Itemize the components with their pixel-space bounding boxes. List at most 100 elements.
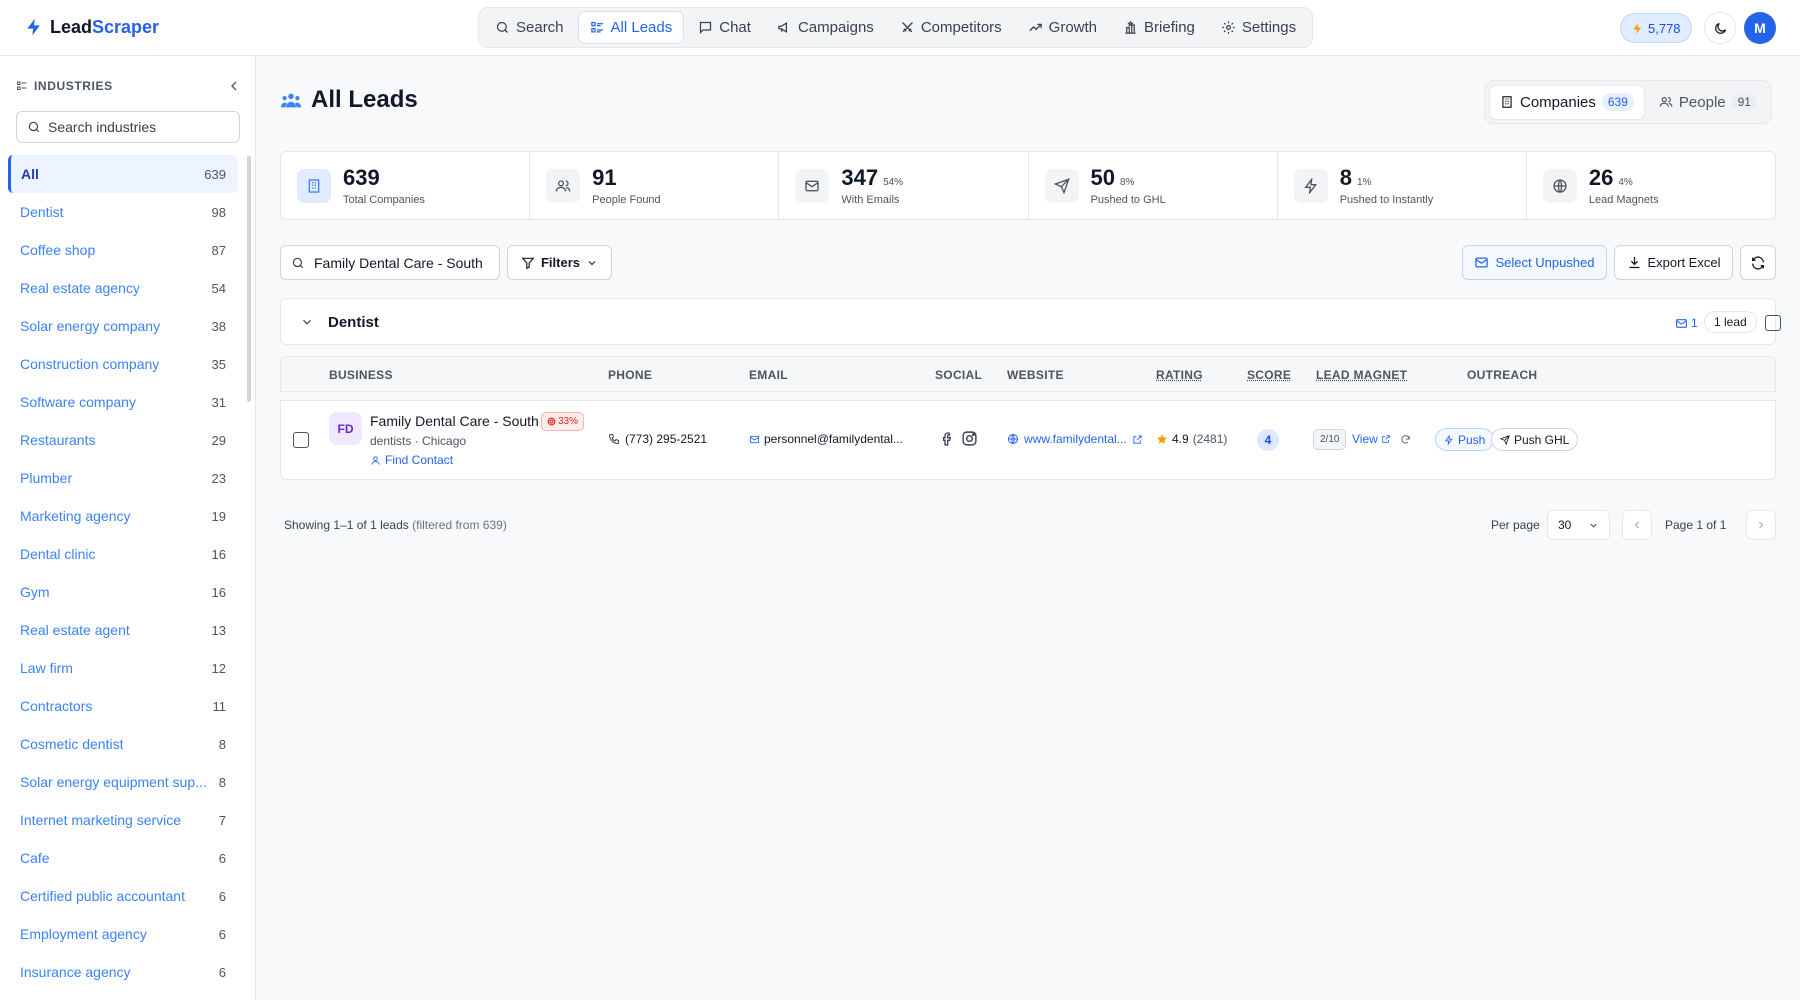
business-name[interactable]: Family Dental Care - South ...: [370, 413, 540, 429]
nav-label: Search: [516, 19, 564, 36]
sidebar-item[interactable]: All 639: [8, 155, 238, 193]
sidebar-item[interactable]: Solar energy equipment sup... 8: [8, 763, 238, 801]
sidebar-item[interactable]: Real estate agent 13: [8, 611, 238, 649]
instagram-icon[interactable]: [961, 430, 978, 447]
refresh-button[interactable]: [1740, 245, 1776, 280]
nav-all-leads[interactable]: All Leads: [577, 11, 685, 44]
sidebar-item[interactable]: Certified public accountant 6: [8, 877, 238, 915]
col-outreach[interactable]: OUTREACH: [1467, 368, 1537, 382]
nav-briefing[interactable]: Briefing: [1111, 11, 1207, 44]
sidebar-item[interactable]: Marketing agency 19: [8, 497, 238, 535]
export-excel-button[interactable]: Export Excel: [1614, 245, 1733, 280]
rating-count: (2481): [1192, 432, 1228, 446]
sidebar-item-count: 13: [211, 622, 226, 638]
phone-cell[interactable]: (773) 295-2521: [608, 432, 707, 446]
stat-text: 91 People Found: [592, 165, 661, 206]
per-page-select[interactable]: 30: [1547, 510, 1610, 540]
sidebar-item[interactable]: Employment agency 6: [8, 915, 238, 953]
page-indicator: Page 1 of 1: [1665, 518, 1727, 532]
sidebar-item[interactable]: Dentist 98: [8, 193, 238, 231]
nav-chat[interactable]: Chat: [686, 11, 763, 44]
mail-icon: [1475, 257, 1489, 268]
app-logo[interactable]: Lead Scraper: [24, 16, 159, 38]
stat-text: 347 54% With Emails: [841, 165, 903, 206]
nav-growth[interactable]: Growth: [1016, 11, 1109, 44]
group-select-checkbox[interactable]: [1765, 315, 1781, 331]
table-row[interactable]: FD Family Dental Care - South ... 33% de…: [280, 400, 1776, 480]
chevron-down-icon[interactable]: [300, 315, 314, 329]
theme-toggle-button[interactable]: [1704, 12, 1736, 44]
top-bar: Lead Scraper Search All Leads Chat Campai…: [0, 0, 1800, 56]
lead-magnet-view-link[interactable]: View: [1352, 432, 1411, 446]
credits-badge[interactable]: 5,778: [1620, 13, 1692, 43]
bolt-icon: [1293, 168, 1328, 203]
user-avatar[interactable]: M: [1744, 12, 1776, 44]
lead-search-input[interactable]: Family Dental Care - South: [280, 245, 500, 280]
sidebar-item[interactable]: Plumber 23: [8, 459, 238, 497]
nav-label: Competitors: [920, 19, 1002, 36]
group-lead-count: 1 lead: [1704, 311, 1757, 333]
chevron-down-icon: [588, 260, 596, 265]
nav-settings[interactable]: Settings: [1209, 11, 1308, 44]
score-badge: 4: [1257, 429, 1279, 451]
nav-label: Settings: [1241, 19, 1297, 36]
sidebar-item[interactable]: Internet marketing service 7: [8, 801, 238, 839]
chevron-down-icon: [1590, 523, 1597, 528]
users-icon: [546, 168, 581, 203]
sidebar-item[interactable]: Restaurants 29: [8, 421, 238, 459]
select-unpushed-label: Select Unpushed: [1495, 255, 1595, 270]
find-contact-link[interactable]: Find Contact: [370, 453, 453, 467]
sidebar-item[interactable]: Construction company 35: [8, 345, 238, 383]
nav-competitors[interactable]: Competitors: [888, 11, 1014, 44]
sidebar-scrollbar[interactable]: [247, 156, 251, 402]
row-select-checkbox[interactable]: [293, 432, 309, 448]
sidebar-item[interactable]: Dental clinic 16: [8, 535, 238, 573]
col-social[interactable]: SOCIAL: [935, 368, 982, 382]
chevron-left-icon[interactable]: [226, 78, 242, 94]
building-icon: [297, 168, 331, 203]
filters-button[interactable]: Filters: [507, 245, 612, 280]
sidebar-item[interactable]: Software company 31: [8, 383, 238, 421]
sidebar-item[interactable]: Cafe 6: [8, 839, 238, 877]
user-icon: [371, 455, 380, 465]
select-unpushed-button[interactable]: Select Unpushed: [1462, 245, 1607, 280]
col-rating[interactable]: RATING: [1156, 368, 1203, 382]
col-score[interactable]: SCORE: [1247, 368, 1291, 382]
nav-campaigns[interactable]: Campaigns: [765, 11, 886, 44]
email-cell[interactable]: personnel@familydental...: [749, 432, 903, 446]
nav-label: All Leads: [610, 19, 673, 36]
people-tab[interactable]: People 91: [1649, 85, 1767, 120]
sidebar-item[interactable]: Law firm 12: [8, 649, 238, 687]
industry-search-input[interactable]: Search industries: [16, 111, 240, 143]
showing-text: Showing 1–1 of 1 leads: [284, 518, 409, 532]
col-lead-magnet[interactable]: LEAD MAGNET: [1316, 368, 1407, 382]
website-link[interactable]: www.familydental...: [1007, 432, 1143, 446]
swords-icon: [901, 22, 913, 33]
sidebar-item[interactable]: Cosmetic dentist 8: [8, 725, 238, 763]
companies-tab[interactable]: Companies 639: [1489, 84, 1645, 120]
sidebar-item[interactable]: Insurance agency 6: [8, 953, 238, 991]
refresh-icon[interactable]: [1400, 434, 1411, 445]
col-business[interactable]: BUSINESS: [329, 368, 393, 382]
nav-search[interactable]: Search: [483, 11, 576, 44]
list-icon: [17, 81, 27, 90]
sidebar-item[interactable]: Contractors 11: [8, 687, 238, 725]
col-website[interactable]: WEBSITE: [1007, 368, 1064, 382]
sidebar-item[interactable]: Solar energy company 38: [8, 307, 238, 345]
bolt-icon: [1633, 22, 1642, 34]
sidebar-item[interactable]: Real estate agency 54: [8, 269, 238, 307]
next-page-button[interactable]: [1746, 510, 1776, 540]
push-ghl-button[interactable]: Push GHL: [1491, 428, 1579, 451]
stat-card: 639 Total Companies: [281, 152, 531, 219]
stat-value: 91: [592, 165, 617, 190]
prev-page-button[interactable]: [1622, 510, 1652, 540]
col-email[interactable]: EMAIL: [749, 368, 788, 382]
sidebar-item[interactable]: Coffee shop 87: [8, 231, 238, 269]
col-phone[interactable]: PHONE: [608, 368, 652, 382]
industry-group-header[interactable]: Dentist 1 1 lead: [280, 298, 1781, 345]
sidebar-item-label: Real estate agency: [20, 280, 140, 296]
push-button[interactable]: Push: [1435, 428, 1495, 451]
facebook-icon[interactable]: [939, 431, 955, 447]
page-title: All Leads: [280, 86, 418, 114]
sidebar-item[interactable]: Gym 16: [8, 573, 238, 611]
